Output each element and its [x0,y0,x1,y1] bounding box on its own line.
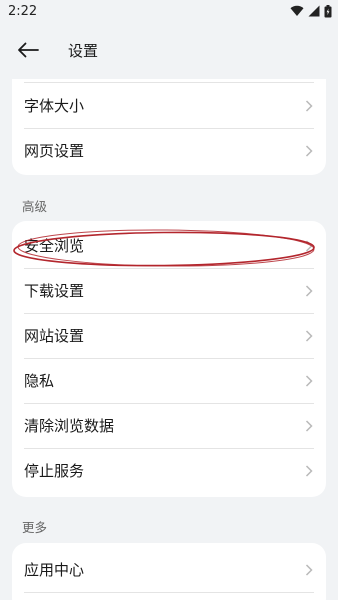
chevron-right-icon [305,329,313,342]
signal-icon [308,5,320,17]
settings-item-app-center[interactable]: 应用中心 [12,547,326,592]
chevron-right-icon [305,284,313,297]
settings-card-more: 应用中心 [12,543,326,600]
settings-item-site-settings[interactable]: 网站设置 [12,313,326,358]
app-bar: 设置 [0,22,338,78]
settings-card-advanced: 安全浏览 下载设置 网站设置 隐私 清除浏览数据 停止服务 [12,221,326,497]
chevron-right-icon [305,374,313,387]
battery-icon [324,4,332,17]
settings-item-font-size[interactable]: 字体大小 [12,83,326,128]
settings-item-label: 隐私 [24,372,55,390]
status-time: 2:22 [8,3,38,19]
arrow-left-icon [18,42,39,58]
settings-item-label: 清除浏览数据 [24,417,115,435]
chevron-right-icon [305,419,313,432]
settings-item-label: 网站设置 [24,327,85,345]
chevron-right-icon [305,464,313,477]
chevron-right-icon [305,99,313,112]
settings-item-label: 安全浏览 [24,237,85,255]
settings-item-label: 字体大小 [24,97,85,115]
section-header-more: 更多 [22,520,48,535]
status-icons [290,4,332,18]
wifi-icon [290,5,304,17]
settings-card-display: 字体大小 网页设置 [12,79,326,175]
settings-item-label: 应用中心 [24,561,85,579]
settings-item-safe-browsing[interactable]: 安全浏览 [12,223,326,268]
chevron-right-icon [305,239,313,252]
back-button[interactable] [2,22,54,78]
chevron-right-icon [305,563,313,576]
settings-item-clear-browsing-data[interactable]: 清除浏览数据 [12,403,326,448]
settings-item-web-settings[interactable]: 网页设置 [12,128,326,173]
settings-item-privacy[interactable]: 隐私 [12,358,326,403]
status-bar: 2:22 [0,0,338,22]
settings-item-download-settings[interactable]: 下载设置 [12,268,326,313]
page-title: 设置 [68,41,99,60]
chevron-right-icon [305,144,313,157]
settings-item-stop-service[interactable]: 停止服务 [12,448,326,493]
settings-item-label: 网页设置 [24,142,85,160]
divider [24,592,314,593]
settings-item-label: 下载设置 [24,282,85,300]
settings-item-label: 停止服务 [24,462,85,480]
section-header-advanced: 高级 [22,199,48,214]
